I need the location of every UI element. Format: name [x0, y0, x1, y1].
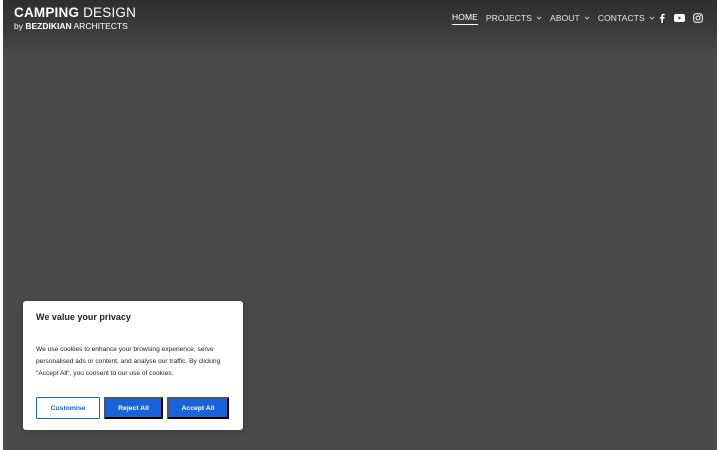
hero-section: CAMPING DESIGN by BEZDIKIAN ARCHITECTS H… — [3, 0, 717, 450]
nav-item-home[interactable]: HOME — [452, 12, 478, 25]
reject-all-button[interactable]: Reject All — [104, 397, 163, 419]
nav-item-label: ABOUT — [550, 12, 580, 23]
nav-item-projects[interactable]: PROJECTS — [486, 13, 542, 25]
nav-item-label: HOME — [452, 12, 478, 22]
youtube-icon[interactable] — [674, 12, 685, 23]
logo-title-bold: CAMPING — [14, 5, 80, 20]
logo-subtitle-bold: BEZDIKIAN — [25, 21, 72, 31]
logo-title-light: DESIGN — [79, 5, 137, 20]
social-links — [656, 12, 710, 23]
cookie-title: We value your privacy — [36, 312, 131, 322]
customise-button[interactable]: Customise — [36, 397, 100, 419]
chevron-down-icon — [584, 16, 590, 20]
logo-title: CAMPING DESIGN — [14, 5, 136, 20]
nav-item-contacts[interactable]: CONTACTS — [598, 13, 655, 25]
logo-subtitle: by BEZDIKIAN ARCHITECTS — [14, 21, 136, 32]
nav-item-label: PROJECTS — [485, 12, 533, 23]
instagram-icon[interactable] — [692, 12, 703, 23]
site-logo[interactable]: CAMPING DESIGN by BEZDIKIAN ARCHITECTS — [14, 5, 136, 32]
nav-item-about[interactable]: ABOUT — [550, 13, 590, 25]
facebook-icon[interactable] — [656, 12, 667, 23]
nav-item-label: CONTACTS — [597, 12, 645, 23]
chevron-down-icon — [536, 16, 542, 20]
cookie-description: We use cookies to enhance your browsing … — [36, 346, 221, 377]
accept-all-button[interactable]: Accept All — [167, 397, 229, 419]
cookie-consent-banner: We value your privacy We use cookies to … — [23, 301, 243, 430]
logo-subtitle-prefix: by — [14, 21, 26, 31]
chevron-down-icon — [649, 16, 655, 20]
main-nav: HOME PROJECTS ABOUT CONTACTS — [452, 12, 663, 25]
logo-subtitle-suffix: ARCHITECTS — [71, 21, 128, 31]
